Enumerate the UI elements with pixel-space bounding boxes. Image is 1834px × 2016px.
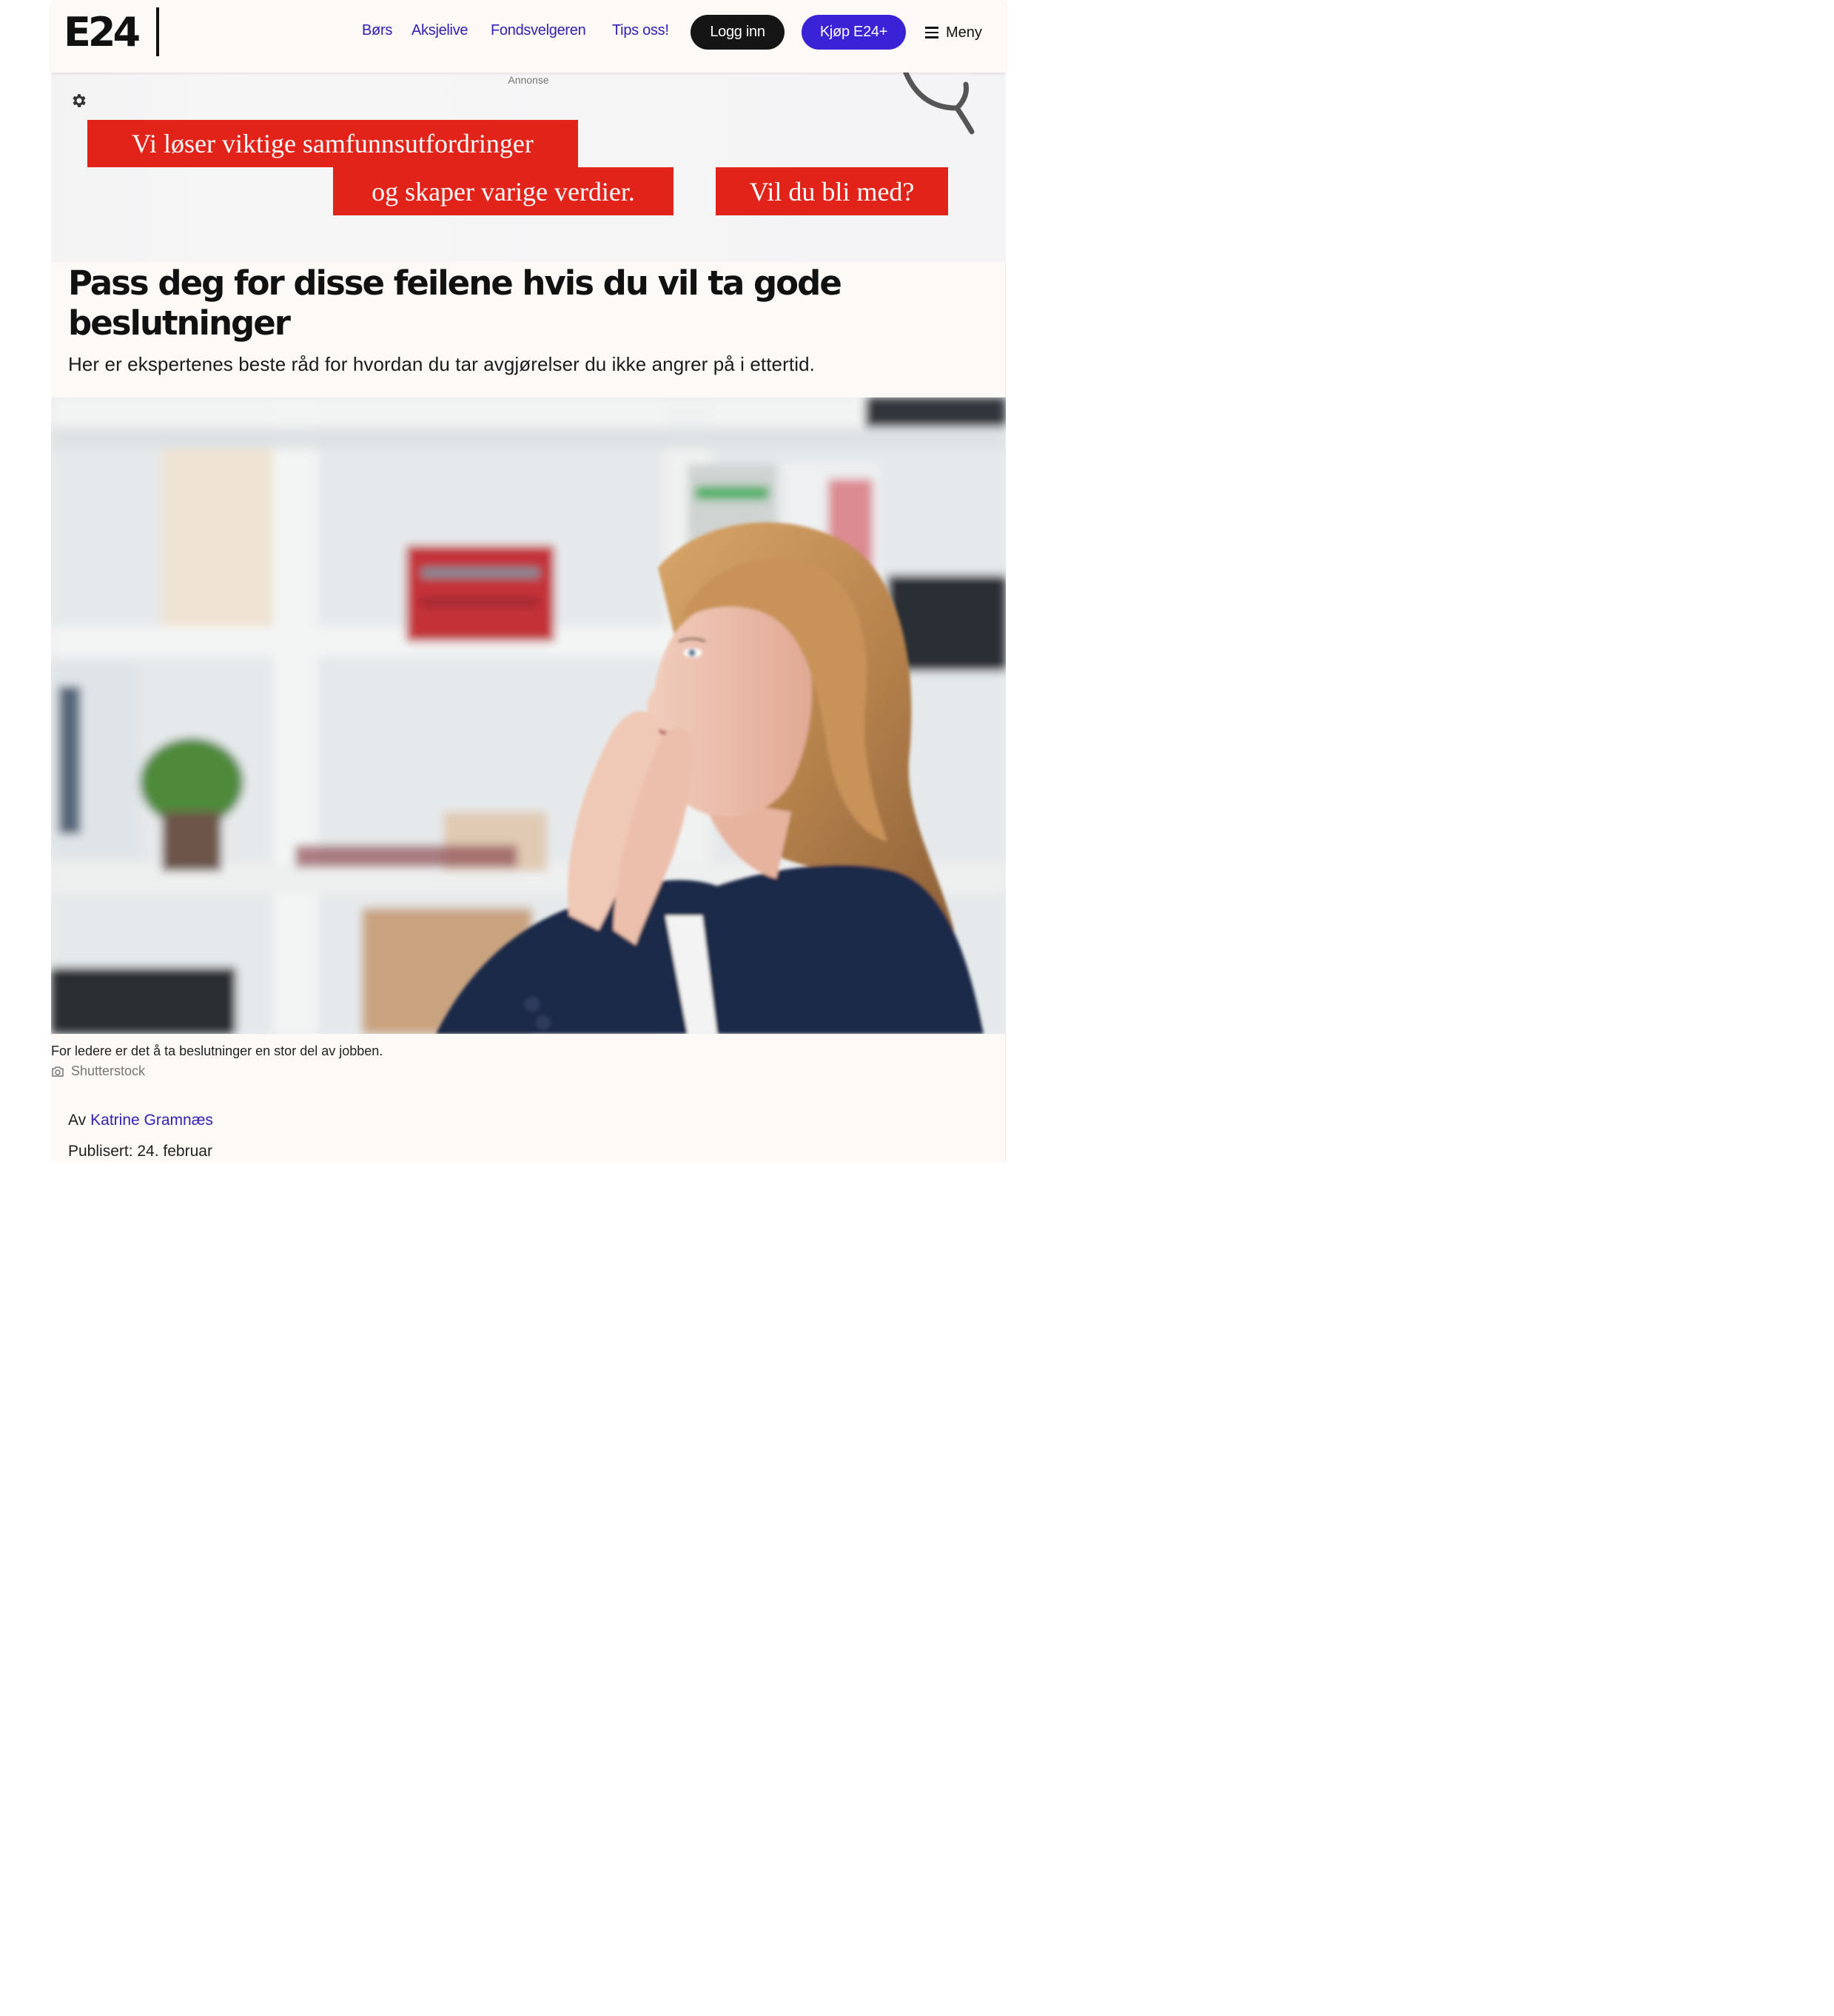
article-headline: Pass deg for disse feilene hvis du vil t… [68,263,842,343]
article-lead: Her er ekspertenes beste råd for hvordan… [68,353,815,375]
byline: Av Katrine Gramnæs [68,1112,213,1129]
author-link[interactable]: Katrine Gramnæs [90,1112,213,1129]
article-photo-illustration [51,397,1006,1034]
ad-decoration [903,73,975,135]
page: E24 Børs Aksjelive Fondsvelgeren Tips os… [51,0,1006,1162]
nav-item-fondsvelgeren[interactable]: Fondsvelgeren [491,22,586,39]
published-date: Publisert: 24. februar [68,1143,212,1160]
ad-text-line-1: Vi løser viktige samfunnsutfordringer [87,120,578,167]
camera-icon [52,1066,64,1077]
nav-item-tips-oss[interactable]: Tips oss! [612,22,669,39]
buy-subscription-button[interactable]: Kjøp E24+ [802,15,906,50]
article-image[interactable] [51,397,1006,1034]
nav-item-bors[interactable]: Børs [362,22,392,39]
menu-button[interactable]: Meny [925,22,982,43]
ad-cta[interactable]: Vil du bli med? [716,167,948,215]
login-button[interactable]: Logg inn [691,15,785,50]
site-header: E24 Børs Aksjelive Fondsvelgeren Tips os… [51,0,1006,73]
menu-label: Meny [946,24,982,41]
ad-banner[interactable]: Annonse Vi løser viktige samfunnsutfordr… [51,73,1006,262]
ad-text-line-2: og skaper varige verdier. [333,167,674,215]
credit-text: Shutterstock [71,1064,146,1078]
image-caption: For ledere er det å ta beslutninger en s… [51,1044,383,1058]
image-credit: Shutterstock [51,1064,145,1079]
ad-label: Annonse [508,74,549,86]
gear-icon[interactable] [70,92,88,110]
logo-divider [156,7,159,56]
nav-item-aksjelive[interactable]: Aksjelive [412,22,468,39]
hamburger-icon [925,27,938,38]
e24-logo[interactable]: E24 [64,13,141,53]
byline-prefix: Av [68,1112,87,1129]
